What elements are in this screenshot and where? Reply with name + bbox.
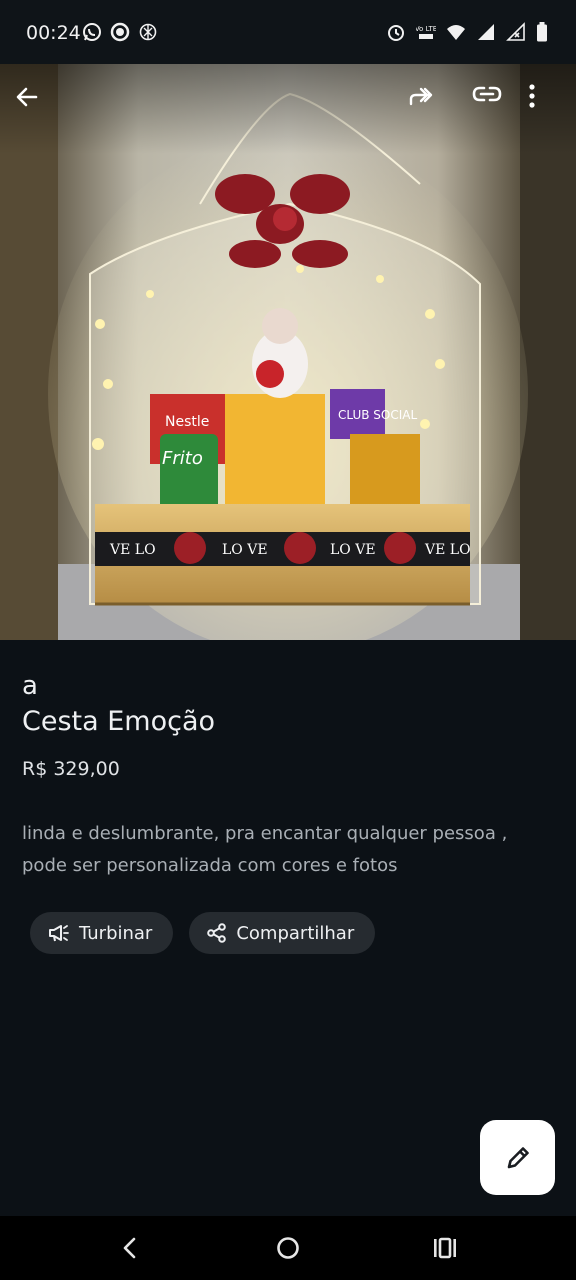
megaphone-icon (49, 925, 69, 942)
wifi-icon (447, 25, 465, 40)
box-word-1: VE LO (109, 542, 156, 558)
photo-brand-left: Nestle (165, 414, 209, 430)
share-label: Compartilhar (236, 922, 355, 944)
boost-button[interactable]: Turbinar (30, 912, 174, 954)
back-button[interactable] (14, 84, 50, 120)
nav-back-icon (123, 1237, 136, 1259)
box-word-3: LO VE (330, 542, 376, 558)
nav-recents-icon (434, 1237, 456, 1259)
more-options-button[interactable] (528, 84, 564, 120)
signal-icon (478, 24, 494, 40)
product-details: a Cesta Emoção R$ 329,00 linda e deslumb… (22, 664, 554, 882)
forward-button[interactable] (408, 84, 444, 120)
product-price: R$ 329,00 (22, 758, 120, 780)
edit-fab-button[interactable] (480, 1120, 555, 1195)
share-icon (207, 923, 227, 943)
status-left-icons (82, 22, 158, 42)
product-title: Cesta Emoção (22, 706, 216, 737)
nav-recents-button[interactable] (429, 1232, 461, 1264)
nav-home-button[interactable] (272, 1232, 304, 1264)
link-icon (472, 86, 502, 102)
arrow-back-icon (16, 87, 38, 107)
boost-label: Turbinar (79, 922, 153, 944)
share-button[interactable]: Compartilhar (189, 912, 376, 954)
status-bar: 00:24 Vo LTE (0, 0, 576, 64)
edit-icon (507, 1146, 529, 1168)
alarm-icon (388, 25, 404, 41)
more-vert-icon (529, 84, 535, 108)
action-chips: Turbinar Compartilhar (30, 912, 376, 954)
copy-link-button[interactable] (472, 84, 508, 120)
nav-back-button[interactable] (114, 1232, 146, 1264)
battery-icon (537, 22, 547, 42)
forward-icon (409, 87, 433, 106)
status-right-icons: Vo LTE (386, 22, 548, 42)
volte-icon: Vo LTE (416, 25, 436, 39)
product-detail-screen: 00:24 Vo LTE Nestle Frito CLUB SOCIAL VE… (0, 0, 576, 1280)
signal-icon-2 (506, 22, 525, 41)
box-word-2: LO VE (222, 542, 268, 558)
volte-label: Vo LTE (416, 25, 436, 33)
photo-brand-right: CLUB SOCIAL (338, 408, 417, 422)
nav-home-icon (277, 1237, 299, 1259)
product-image[interactable]: Nestle Frito CLUB SOCIAL VE LO LO VE LO … (0, 64, 576, 640)
system-nav-bar (0, 1216, 576, 1280)
openai-icon (139, 23, 157, 41)
whatsapp-icon (83, 23, 101, 41)
box-word-4: VE LO (424, 542, 471, 558)
record-icon (110, 22, 130, 42)
photo-brand-center: Frito (162, 448, 203, 469)
product-description: linda e deslumbrante, pra encantar qualq… (22, 823, 508, 876)
status-time: 00:24 (26, 22, 81, 44)
